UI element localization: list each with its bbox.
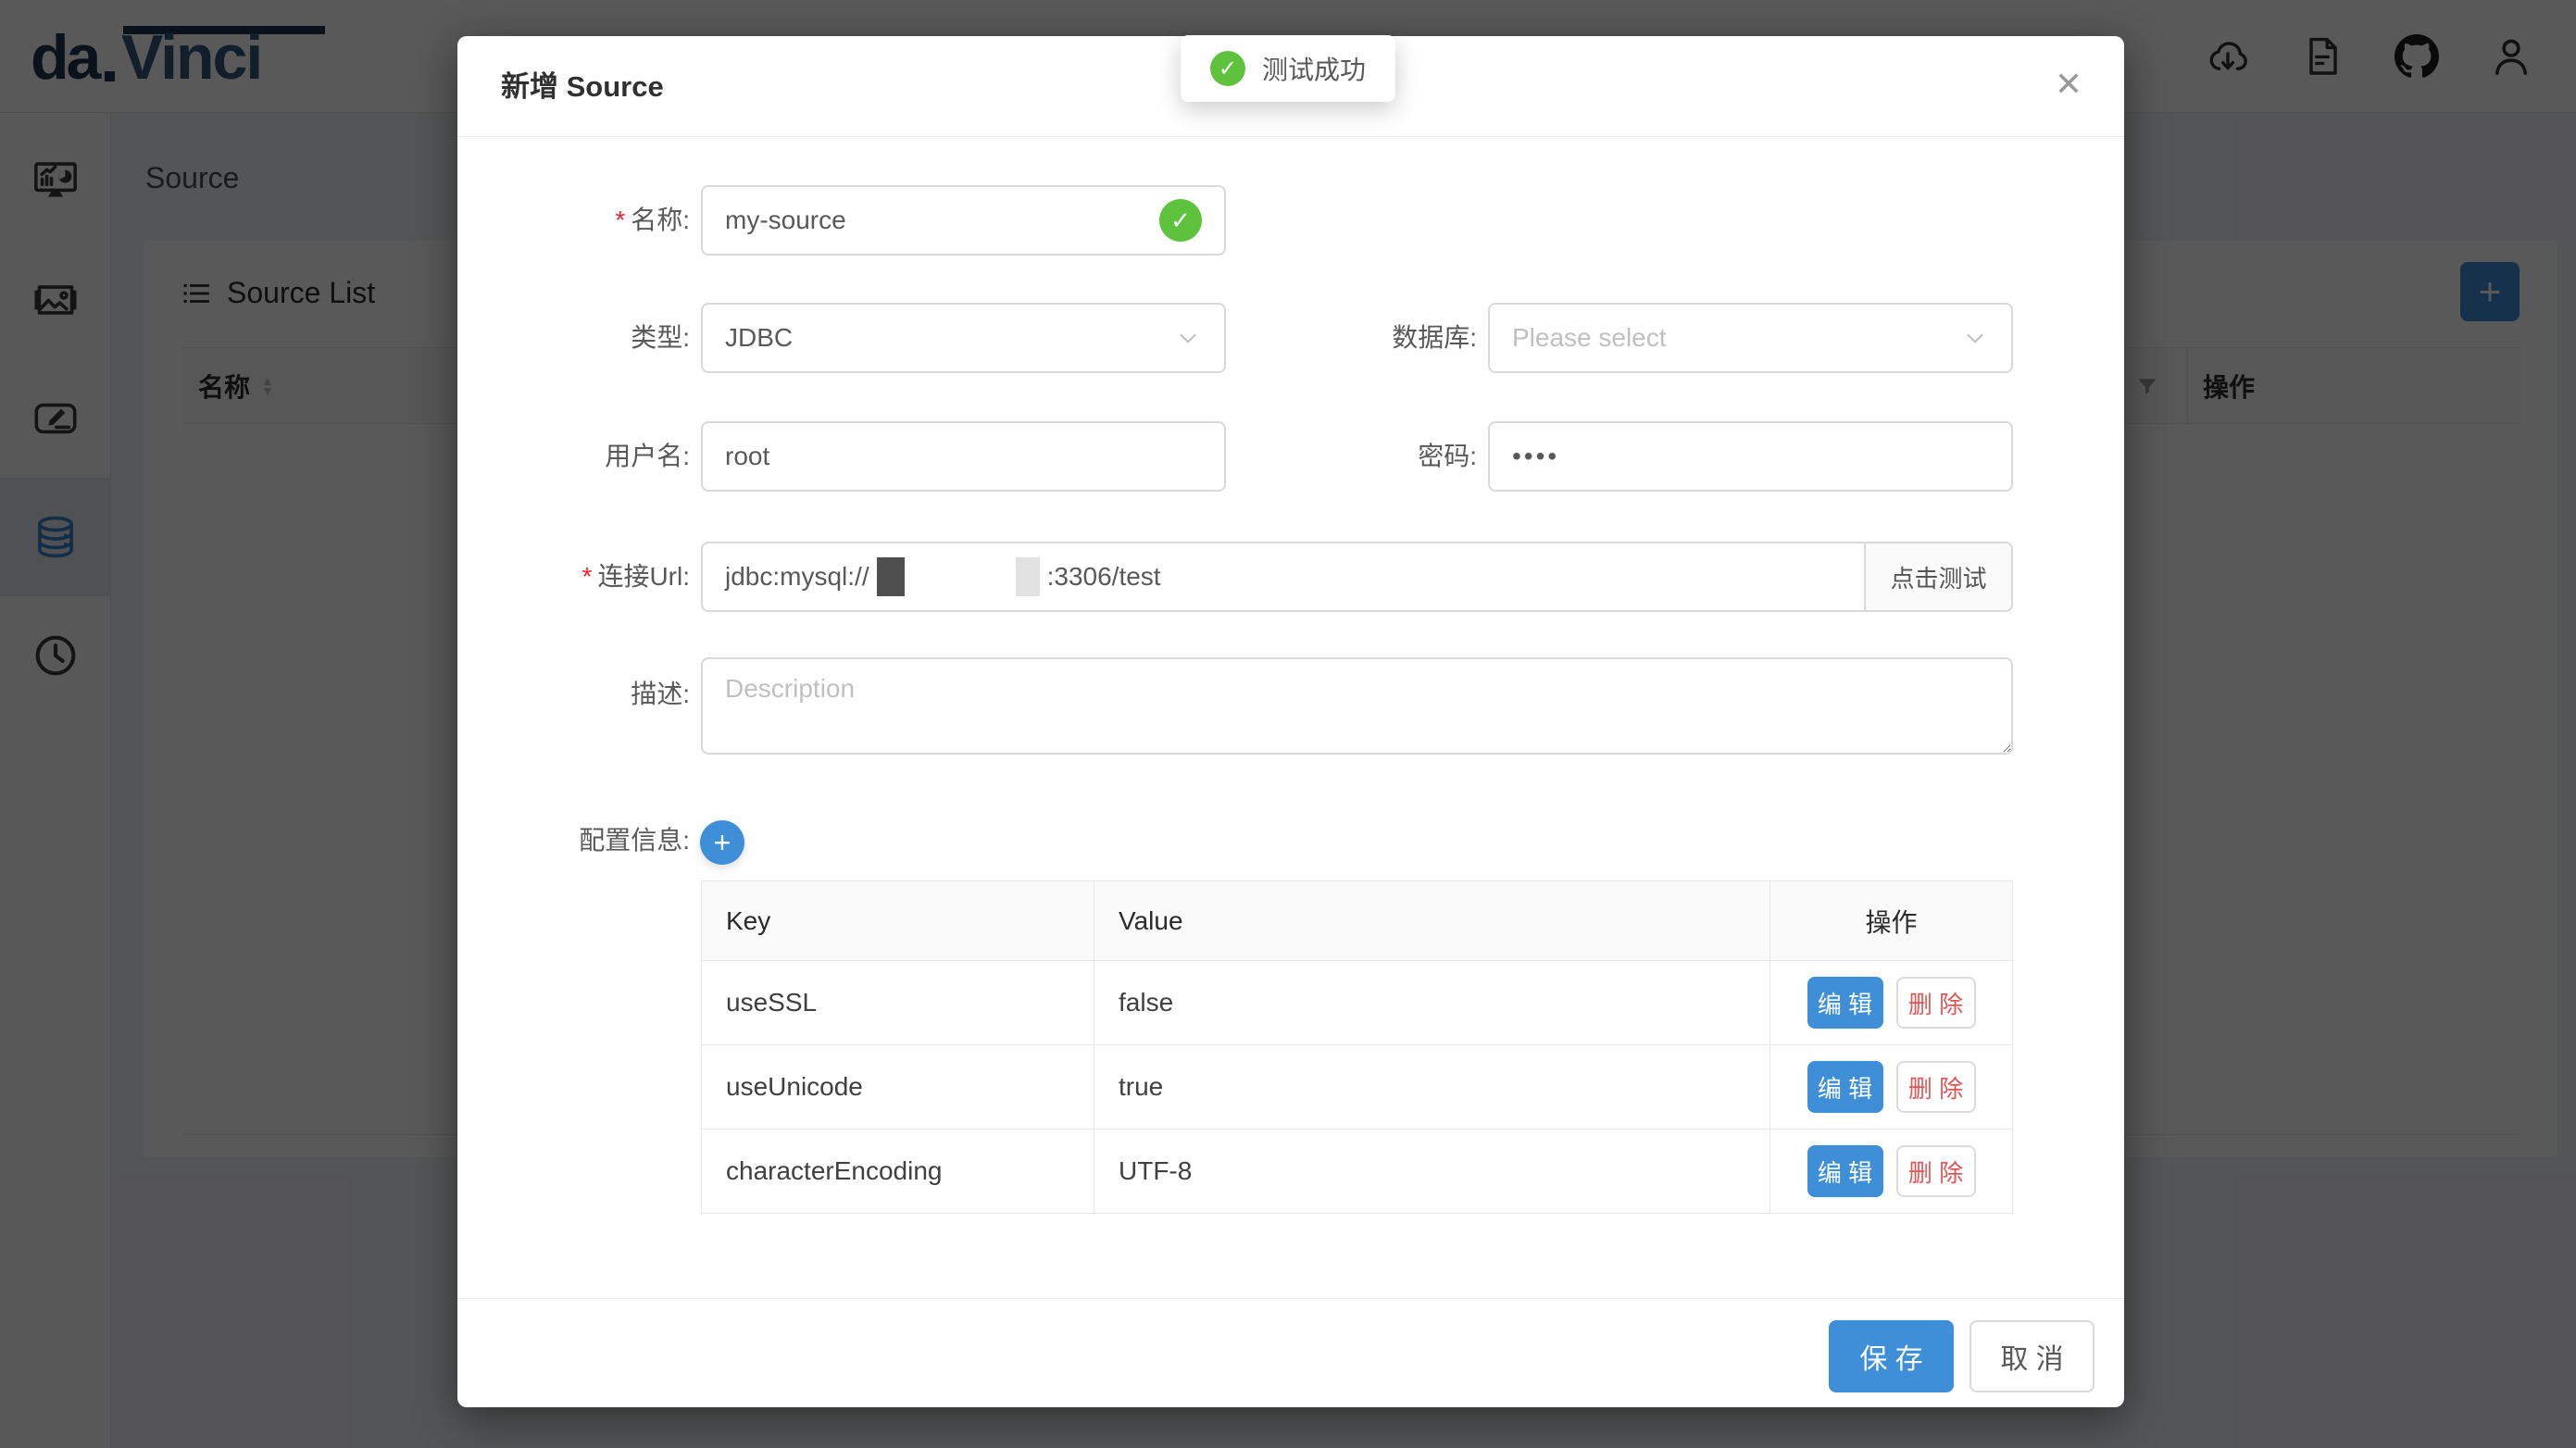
chevron-down-icon	[1174, 324, 1202, 352]
row-key: useUnicode	[702, 1045, 1094, 1129]
close-icon: ✕	[2055, 65, 2082, 103]
username-label: 用户名:	[457, 421, 690, 492]
name-label: *名称:	[457, 185, 690, 256]
description-textarea[interactable]	[701, 657, 2013, 755]
success-check-icon: ✓	[1210, 51, 1245, 86]
test-connection-button[interactable]: 点击测试	[1864, 543, 2011, 610]
edit-button[interactable]: 编 辑	[1807, 977, 1883, 1029]
database-select-placeholder: Please select	[1512, 323, 1667, 353]
username-input-wrap	[701, 421, 1226, 492]
table-row: useUnicode true 编 辑 删 除	[702, 1044, 2012, 1129]
password-input[interactable]	[1512, 442, 1989, 471]
row-value: UTF-8	[1094, 1130, 1769, 1213]
modal-title: 新增 Source	[501, 36, 664, 137]
password-input-wrap	[1488, 421, 2013, 492]
header-action: 操作	[1769, 881, 2012, 960]
config-table: Key Value 操作 useSSL false 编 辑 删 除 useUni…	[701, 880, 2013, 1214]
type-label: 类型:	[457, 303, 690, 373]
add-source-modal: 新增 Source ✕ *名称: ✓ 类型: JDBC 数据库: Please …	[457, 36, 2124, 1407]
header-key: Key	[702, 881, 1094, 960]
cancel-button[interactable]: 取 消	[1970, 1320, 2095, 1392]
delete-button[interactable]: 删 除	[1896, 1061, 1976, 1113]
table-row: useSSL false 编 辑 删 除	[702, 960, 2012, 1044]
database-select[interactable]: Please select	[1488, 303, 2013, 373]
username-input[interactable]	[725, 442, 1202, 471]
required-mark: *	[615, 206, 625, 234]
success-toast: ✓ 测试成功	[1181, 35, 1395, 102]
redacted-block	[1016, 557, 1040, 596]
table-row: characterEncoding UTF-8 编 辑 删 除	[702, 1129, 2012, 1213]
chevron-down-icon	[1961, 324, 1989, 352]
description-label: 描述:	[457, 657, 690, 731]
type-select[interactable]: JDBC	[701, 303, 1226, 373]
row-value: true	[1094, 1045, 1769, 1129]
redacted-host-block	[877, 557, 905, 596]
plus-icon: +	[714, 828, 732, 857]
valid-check-icon: ✓	[1159, 199, 1202, 242]
add-config-button[interactable]: +	[700, 820, 744, 865]
config-table-header: Key Value 操作	[702, 881, 2012, 960]
config-label: 配置信息:	[457, 805, 690, 876]
database-label: 数据库:	[1244, 303, 1477, 373]
url-suffix: :3306/test	[1047, 562, 1161, 592]
required-mark: *	[582, 562, 593, 591]
edit-button[interactable]: 编 辑	[1807, 1145, 1883, 1197]
url-prefix: jdbc:mysql://	[725, 562, 869, 592]
save-button[interactable]: 保 存	[1829, 1320, 1954, 1392]
close-button[interactable]: ✕	[2041, 56, 2096, 112]
password-label: 密码:	[1244, 421, 1477, 492]
header-value: Value	[1094, 881, 1769, 960]
name-input-wrap: ✓	[701, 185, 1226, 256]
row-key: useSSL	[702, 961, 1094, 1044]
row-key: characterEncoding	[702, 1130, 1094, 1213]
name-input[interactable]	[725, 206, 1148, 235]
url-input[interactable]: jdbc:mysql:// :3306/test	[703, 543, 1864, 610]
edit-button[interactable]: 编 辑	[1807, 1061, 1883, 1113]
screen: da Vinci	[0, 0, 2576, 1448]
toast-message: 测试成功	[1262, 50, 1366, 87]
delete-button[interactable]: 删 除	[1896, 977, 1976, 1029]
url-input-group: jdbc:mysql:// :3306/test 点击测试	[701, 542, 2013, 612]
row-value: false	[1094, 961, 1769, 1044]
type-select-value: JDBC	[725, 323, 793, 353]
url-label: *连接Url:	[457, 542, 690, 612]
modal-footer: 保 存 取 消	[457, 1298, 2124, 1407]
delete-button[interactable]: 删 除	[1896, 1145, 1976, 1197]
